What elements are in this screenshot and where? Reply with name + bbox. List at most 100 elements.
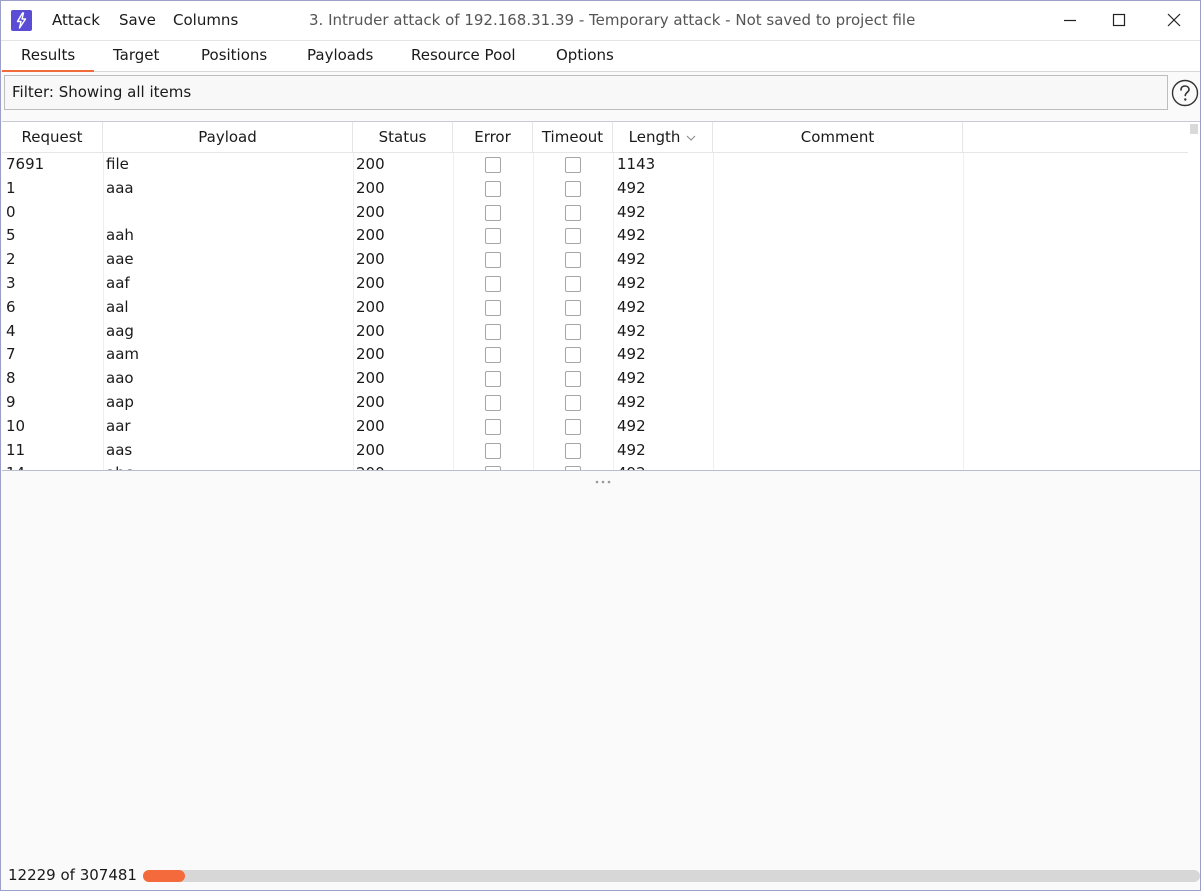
- checkbox-error[interactable]: [485, 395, 501, 411]
- cell-length: 492: [617, 393, 646, 411]
- maximize-button[interactable]: [1096, 1, 1142, 40]
- checkbox-timeout[interactable]: [565, 419, 581, 435]
- cell-request: 0: [6, 203, 16, 221]
- checkbox-timeout[interactable]: [565, 324, 581, 340]
- checkbox-error[interactable]: [485, 419, 501, 435]
- minimize-icon: [1064, 19, 1076, 22]
- table-row[interactable]: 14 abc 200 492: [2, 462, 1188, 470]
- cell-payload: abc: [106, 462, 133, 470]
- cell-payload: aam: [106, 345, 139, 363]
- tab-bar: Results Target Positions Payloads Resour…: [1, 40, 1200, 72]
- cell-status: 200: [356, 322, 385, 340]
- cell-request: 2: [6, 250, 16, 268]
- checkbox-timeout[interactable]: [565, 276, 581, 292]
- checkbox-timeout[interactable]: [565, 252, 581, 268]
- tab-resource-pool[interactable]: Resource Pool: [411, 46, 516, 64]
- column-header-error[interactable]: Error: [453, 122, 533, 153]
- cell-length: 492: [617, 274, 646, 292]
- cell-length: 492: [617, 203, 646, 221]
- table-row[interactable]: 1 aaa 200 492: [2, 177, 1188, 201]
- close-icon: [1167, 13, 1181, 27]
- tab-positions[interactable]: Positions: [201, 46, 267, 64]
- checkbox-error[interactable]: [485, 371, 501, 387]
- checkbox-error[interactable]: [485, 347, 501, 363]
- tab-options[interactable]: Options: [556, 46, 614, 64]
- checkbox-timeout[interactable]: [565, 300, 581, 316]
- column-header-request[interactable]: Request: [2, 122, 103, 153]
- minimize-button[interactable]: [1047, 1, 1093, 40]
- table-row[interactable]: 9 aap 200 492: [2, 391, 1188, 415]
- table-row[interactable]: 7 aam 200 492: [2, 343, 1188, 367]
- close-button[interactable]: [1151, 1, 1197, 40]
- cell-payload: aae: [106, 250, 134, 268]
- table-row[interactable]: 6 aal 200 492: [2, 296, 1188, 320]
- vertical-scrollbar[interactable]: [1188, 122, 1200, 470]
- checkbox-timeout[interactable]: [565, 371, 581, 387]
- tab-payloads[interactable]: Payloads: [307, 46, 373, 64]
- column-header-length[interactable]: Length: [613, 122, 713, 153]
- checkbox-timeout[interactable]: [565, 443, 581, 459]
- table-row[interactable]: 11 aas 200 492: [2, 439, 1188, 463]
- cell-request: 10: [6, 417, 26, 435]
- cell-request: 7: [6, 345, 16, 363]
- table-header: Request Payload Status Error Timeout Len…: [2, 122, 1188, 153]
- progress-bar: [143, 870, 1200, 882]
- cell-request: 11: [6, 441, 26, 459]
- help-button[interactable]: [1171, 79, 1199, 107]
- cell-payload: aal: [106, 298, 129, 316]
- cell-request: 5: [6, 226, 16, 244]
- checkbox-error[interactable]: [485, 252, 501, 268]
- column-header-status[interactable]: Status: [353, 122, 453, 153]
- table-row[interactable]: 5 aah 200 492: [2, 224, 1188, 248]
- scrollbar-thumb[interactable]: [1190, 124, 1198, 134]
- splitter-handle[interactable]: [594, 471, 612, 484]
- cell-length: 492: [617, 322, 646, 340]
- cell-length: 492: [617, 462, 646, 470]
- checkbox-timeout[interactable]: [565, 157, 581, 173]
- checkbox-error[interactable]: [485, 276, 501, 292]
- tab-target[interactable]: Target: [113, 46, 159, 64]
- table-row[interactable]: 0 200 492: [2, 201, 1188, 225]
- checkbox-timeout[interactable]: [565, 466, 581, 470]
- column-header-payload[interactable]: Payload: [103, 122, 353, 153]
- cell-length: 492: [617, 417, 646, 435]
- menu-save[interactable]: Save: [119, 11, 156, 29]
- menu-columns[interactable]: Columns: [173, 11, 238, 29]
- cell-payload: aap: [106, 393, 134, 411]
- checkbox-error[interactable]: [485, 466, 501, 470]
- checkbox-timeout[interactable]: [565, 395, 581, 411]
- checkbox-timeout[interactable]: [565, 205, 581, 221]
- menu-attack[interactable]: Attack: [52, 11, 100, 29]
- checkbox-error[interactable]: [485, 205, 501, 221]
- checkbox-timeout[interactable]: [565, 228, 581, 244]
- intruder-window: Attack Save Columns 3. Intruder attack o…: [0, 0, 1201, 891]
- checkbox-timeout[interactable]: [565, 347, 581, 363]
- table-row[interactable]: 7691 file 200 1143: [2, 153, 1188, 177]
- table-row[interactable]: 3 aaf 200 492: [2, 272, 1188, 296]
- cell-length: 492: [617, 179, 646, 197]
- checkbox-error[interactable]: [485, 181, 501, 197]
- window-title: 3. Intruder attack of 192.168.31.39 - Te…: [309, 11, 916, 29]
- maximize-icon: [1112, 13, 1126, 27]
- checkbox-error[interactable]: [485, 228, 501, 244]
- cell-length: 492: [617, 298, 646, 316]
- cell-request: 4: [6, 322, 16, 340]
- column-header-timeout[interactable]: Timeout: [533, 122, 613, 153]
- table-row[interactable]: 4 aag 200 492: [2, 320, 1188, 344]
- checkbox-error[interactable]: [485, 324, 501, 340]
- tab-results[interactable]: Results: [21, 46, 75, 64]
- table-row[interactable]: 10 aar 200 492: [2, 415, 1188, 439]
- filter-bar[interactable]: Filter: Showing all items: [4, 75, 1168, 110]
- checkbox-timeout[interactable]: [565, 181, 581, 197]
- checkbox-error[interactable]: [485, 443, 501, 459]
- checkbox-error[interactable]: [485, 300, 501, 316]
- cell-payload: aaf: [106, 274, 130, 292]
- table-row[interactable]: 8 aao 200 492: [2, 367, 1188, 391]
- cell-status: 200: [356, 179, 385, 197]
- table-row[interactable]: 2 aae 200 492: [2, 248, 1188, 272]
- column-header-length-label: Length: [628, 128, 681, 146]
- cell-status: 200: [356, 298, 385, 316]
- column-header-comment[interactable]: Comment: [713, 122, 963, 153]
- cell-status: 200: [356, 345, 385, 363]
- checkbox-error[interactable]: [485, 157, 501, 173]
